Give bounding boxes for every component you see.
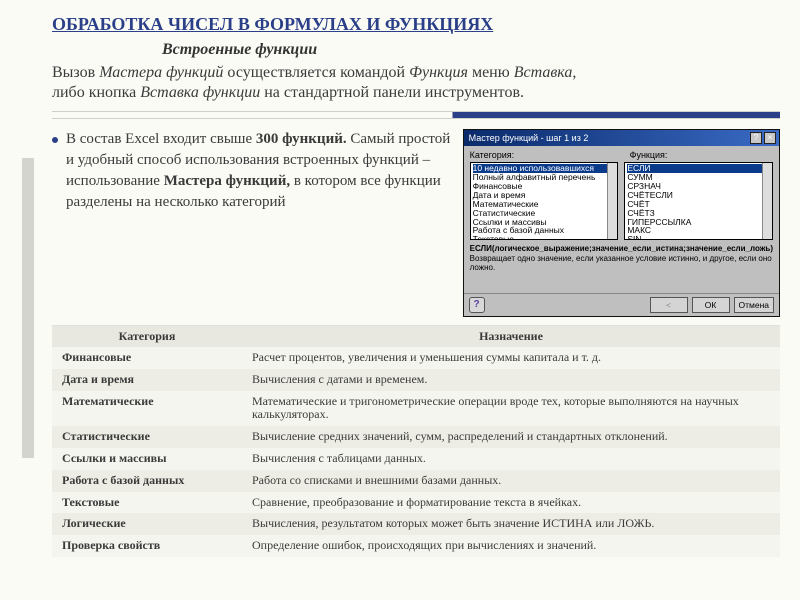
- table-row: Проверка свойствОпределение ошибок, прои…: [52, 535, 780, 557]
- help-button[interactable]: ?: [469, 297, 485, 313]
- wizard-titlebar: Мастер функций - шаг 1 из 2 ? ×: [464, 130, 779, 146]
- intro-seg: меню: [468, 64, 514, 81]
- th-category: Категория: [52, 326, 242, 348]
- list-item[interactable]: МАКС: [627, 226, 770, 235]
- cell-category: Дата и время: [52, 369, 242, 391]
- function-wizard-window: Мастер функций - шаг 1 из 2 ? × Категори…: [463, 129, 780, 317]
- cell-purpose: Вычисления, результатом которых может бы…: [242, 513, 780, 535]
- slide: ОБРАБОТКА ЧИСЕЛ В ФОРМУЛАХ И ФУНКЦИЯХ Вс…: [0, 0, 800, 557]
- intro-seg: Функция: [409, 64, 468, 81]
- scrollbar[interactable]: [607, 163, 617, 239]
- text-seg: 300 функций.: [256, 131, 347, 147]
- table-row: МатематическиеМатематические и тригономе…: [52, 391, 780, 427]
- bullet-icon: [52, 137, 58, 143]
- decorative-left-bar: [22, 158, 46, 458]
- cell-purpose: Расчет процентов, увеличения и уменьшени…: [242, 347, 780, 369]
- cell-purpose: Работа со списками и внешними базами дан…: [242, 470, 780, 492]
- cell-category: Текстовые: [52, 492, 242, 514]
- bullet-item: В состав Excel входит свыше 300 функций.…: [52, 129, 451, 213]
- intro-seg: Вызов: [52, 64, 99, 81]
- text-seg: В состав Excel входит свыше: [66, 131, 256, 147]
- intro-seg: ,: [572, 64, 576, 81]
- cancel-button[interactable]: Отмена: [734, 297, 775, 313]
- cell-purpose: Определение ошибок, происходящих при выч…: [242, 535, 780, 557]
- cell-purpose: Математические и тригонометрические опер…: [242, 391, 780, 427]
- intro-text: Вызов Мастера функций осуществляется ком…: [52, 63, 780, 103]
- back-button: <: [650, 297, 688, 313]
- wizard-formula: ЕСЛИ(логическое_выражение;значение_если_…: [470, 244, 773, 253]
- ok-button[interactable]: ОК: [692, 297, 730, 313]
- cell-category: Логические: [52, 513, 242, 535]
- table-row: Ссылки и массивыВычисления с таблицами д…: [52, 448, 780, 470]
- table-row: ЛогическиеВычисления, результатом которы…: [52, 513, 780, 535]
- label-function: Функция:: [630, 150, 668, 160]
- cell-category: Статистические: [52, 426, 242, 448]
- category-listbox[interactable]: 10 недавно использовавшихсяПолный алфави…: [470, 162, 619, 240]
- cell-purpose: Сравнение, преобразование и форматирован…: [242, 492, 780, 514]
- intro-seg: Мастера функций: [99, 64, 223, 81]
- function-listbox[interactable]: ЕСЛИСУММСРЗНАЧСЧЁТЕСЛИСЧЁТСЧЁТЗГИПЕРССЫЛ…: [624, 162, 773, 240]
- table-row: ФинансовыеРасчет процентов, увеличения и…: [52, 347, 780, 369]
- cell-purpose: Вычисление средних значений, сумм, распр…: [242, 426, 780, 448]
- scrollbar[interactable]: [762, 163, 772, 239]
- close-icon[interactable]: ×: [764, 132, 776, 144]
- bullet-text: В состав Excel входит свыше 300 функций.…: [66, 129, 451, 213]
- list-item[interactable]: Текстовые: [473, 235, 616, 240]
- cell-category: Проверка свойств: [52, 535, 242, 557]
- cell-category: Ссылки и массивы: [52, 448, 242, 470]
- wizard-title: Мастер функций - шаг 1 из 2: [469, 133, 589, 143]
- page-title: ОБРАБОТКА ЧИСЕЛ В ФОРМУЛАХ И ФУНКЦИЯХ: [52, 14, 780, 35]
- th-purpose: Назначение: [242, 326, 780, 348]
- divider-band: [52, 111, 780, 119]
- intro-seg: либо кнопка: [52, 84, 140, 101]
- intro-seg: на стандартной панели инструментов.: [260, 84, 524, 101]
- wizard-description: Возвращает одно значение, если указанное…: [470, 255, 773, 273]
- subtitle: Встроенные функции: [162, 41, 780, 59]
- label-category: Категория:: [470, 150, 630, 160]
- cell-category: Финансовые: [52, 347, 242, 369]
- cell-purpose: Вычисления с таблицами данных.: [242, 448, 780, 470]
- intro-seg: осуществляется командой: [223, 64, 409, 81]
- table-row: Работа с базой данныхРабота со списками …: [52, 470, 780, 492]
- text-seg: Мастера функций,: [164, 173, 290, 189]
- cell-category: Работа с базой данных: [52, 470, 242, 492]
- cell-category: Математические: [52, 391, 242, 427]
- category-table: Категория Назначение ФинансовыеРасчет пр…: [52, 325, 780, 557]
- intro-seg: Вставка функции: [140, 84, 260, 101]
- table-row: Дата и времяВычисления с датами и времен…: [52, 369, 780, 391]
- intro-seg: Вставка: [514, 64, 573, 81]
- table-row: СтатистическиеВычисление средних значени…: [52, 426, 780, 448]
- list-item[interactable]: SIN: [627, 235, 770, 240]
- help-icon[interactable]: ?: [750, 132, 762, 144]
- table-row: ТекстовыеСравнение, преобразование и фор…: [52, 492, 780, 514]
- cell-purpose: Вычисления с датами и временем.: [242, 369, 780, 391]
